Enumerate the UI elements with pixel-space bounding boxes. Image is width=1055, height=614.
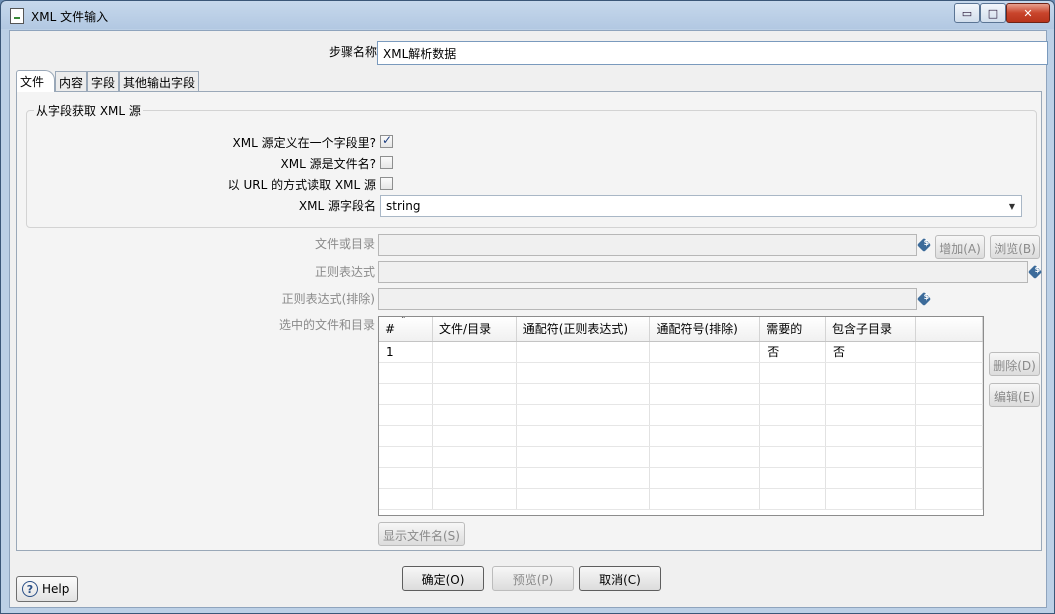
help-icon: ?	[22, 581, 38, 597]
read-as-url-checkbox[interactable]	[380, 177, 393, 190]
xml-source-field-label: XML 源字段名	[298, 199, 376, 213]
help-label: Help	[42, 582, 70, 596]
regex-exclude-label: 正则表达式(排除)	[281, 292, 375, 306]
file-tab-panel: 从字段获取 XML 源 XML 源定义在一个字段里? XML 源是文件名? 以 …	[16, 91, 1043, 551]
xml-in-field-checkbox[interactable]	[380, 133, 393, 148]
table-row	[379, 404, 983, 426]
preview-button[interactable]: 预览(P)	[492, 566, 574, 591]
document-icon	[10, 8, 24, 24]
selected-files-table[interactable]: # ˄ 文件/目录 通配符(正则表达式) 通配符号(排除) 需要的 包含子目录 1	[378, 316, 984, 516]
column-header-filler	[915, 317, 983, 342]
close-icon: ✕	[1023, 6, 1033, 20]
xml-source-from-field-group: 从字段获取 XML 源 XML 源定义在一个字段里? XML 源是文件名? 以 …	[26, 102, 1037, 228]
table-row	[379, 425, 983, 447]
table-cell	[915, 341, 983, 363]
browse-button[interactable]: 浏览(B)	[990, 235, 1040, 259]
cancel-button[interactable]: 取消(C)	[579, 566, 661, 591]
column-header-wildcard-exclude[interactable]: 通配符号(排除)	[649, 317, 761, 342]
dialog-body: 步骤名称 文件 内容 字段 其他输出字段 从字段获取 XML 源 XML 源定义…	[9, 30, 1048, 608]
table-cell[interactable]: 1	[379, 341, 434, 363]
table-cell[interactable]	[649, 341, 761, 363]
regex-label: 正则表达式	[314, 265, 375, 279]
table-row	[379, 383, 983, 405]
step-name-label: 步骤名称	[328, 45, 377, 59]
table-cell[interactable]	[516, 341, 651, 363]
column-header-include-subdirs[interactable]: 包含子目录	[825, 317, 916, 342]
table-row	[379, 467, 983, 489]
xml-is-filename-checkbox[interactable]	[380, 156, 393, 169]
column-header-file-directory[interactable]: 文件/目录	[432, 317, 517, 342]
chevron-down-icon: ▼	[1008, 201, 1016, 211]
column-header-index[interactable]: # ˄	[379, 316, 434, 342]
xml-source-field-combo[interactable]: string ▼	[380, 195, 1022, 217]
sort-up-icon: ˄	[401, 316, 406, 326]
maximize-button[interactable]: □	[980, 3, 1006, 23]
edit-button[interactable]: 编辑(E)	[989, 383, 1040, 407]
selected-files-label: 选中的文件和目录	[278, 318, 375, 332]
add-button[interactable]: 增加(A)	[935, 235, 985, 259]
table-row[interactable]: 1 否 否	[379, 341, 983, 363]
table-header-row: # ˄ 文件/目录 通配符(正则表达式) 通配符号(排除) 需要的 包含子目录	[379, 316, 983, 342]
read-as-url-label: 以 URL 的方式读取 XML 源	[227, 178, 376, 192]
file-or-directory-input[interactable]	[378, 234, 917, 256]
tab-file[interactable]: 文件	[16, 70, 56, 92]
minimize-button[interactable]: ▭	[954, 3, 980, 23]
tab-bar: 文件 内容 字段 其他输出字段	[16, 70, 200, 92]
minimize-icon: ▭	[961, 6, 973, 20]
group-title: 从字段获取 XML 源	[34, 102, 143, 119]
show-filenames-button[interactable]: 显示文件名(S)	[378, 522, 465, 546]
file-or-directory-label: 文件或目录	[314, 237, 375, 251]
xml-is-filename-label: XML 源是文件名?	[280, 157, 376, 171]
tab-additional-output-fields[interactable]: 其他输出字段	[119, 71, 200, 92]
help-button[interactable]: ? Help	[16, 576, 78, 602]
table-row	[379, 362, 983, 384]
table-cell[interactable]	[432, 341, 517, 363]
window-title: XML 文件输入	[31, 10, 109, 24]
regex-input[interactable]	[378, 261, 1028, 283]
variable-icon: $	[1027, 264, 1043, 280]
maximize-icon: □	[987, 6, 999, 20]
ok-button[interactable]: 确定(O)	[402, 566, 484, 591]
table-cell[interactable]: 否	[825, 341, 916, 363]
tab-fields[interactable]: 字段	[87, 71, 120, 92]
column-header-required[interactable]: 需要的	[759, 317, 826, 342]
xml-source-field-value: string	[386, 199, 421, 213]
step-name-input[interactable]	[377, 41, 1048, 65]
column-header-wildcard-regex[interactable]: 通配符(正则表达式)	[516, 317, 651, 342]
xml-in-field-label: XML 源定义在一个字段里?	[232, 136, 376, 150]
title-bar[interactable]: XML 文件输入 ▭ □ ✕	[1, 1, 1054, 29]
variable-icon: $	[916, 291, 932, 307]
table-row	[379, 488, 983, 510]
xml-input-dialog: XML 文件输入 ▭ □ ✕ 步骤名称 文件 内容 字段 其他输出字段 从字段获…	[0, 0, 1055, 614]
close-button[interactable]: ✕	[1006, 3, 1050, 23]
regex-exclude-input[interactable]	[378, 288, 917, 310]
table-row	[379, 446, 983, 468]
variable-icon: $	[916, 237, 932, 253]
delete-button[interactable]: 删除(D)	[989, 352, 1040, 376]
table-cell[interactable]: 否	[759, 341, 826, 363]
tab-content[interactable]: 内容	[55, 71, 88, 92]
